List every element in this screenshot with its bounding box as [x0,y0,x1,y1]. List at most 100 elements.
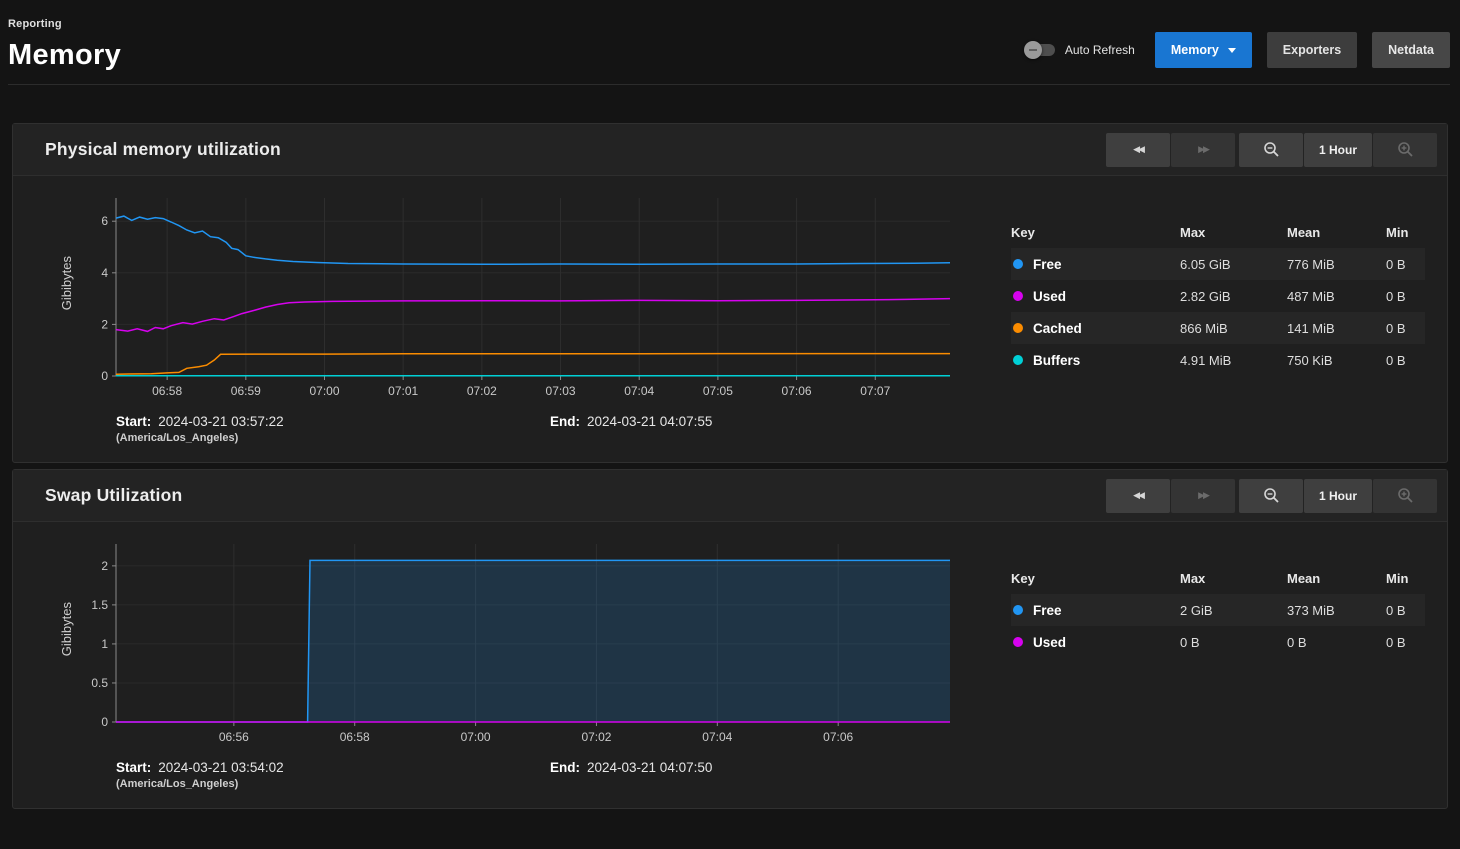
series-min: 0 B [1386,257,1425,272]
legend-header-min: Min [1386,225,1425,240]
series-color-dot [1013,637,1023,647]
svg-text:0: 0 [101,369,108,383]
legend-header-key: Key [1011,225,1180,240]
series-color-dot [1013,291,1023,301]
panel-title: Physical memory utilization [45,139,281,160]
legend-header-min: Min [1386,571,1425,586]
breadcrumb[interactable]: Reporting [8,18,62,30]
start-value: 2024-03-21 03:57:22 [158,414,283,429]
header-left: Reporting Memory [8,14,121,72]
end-block: End: 2024-03-21 04:07:50 [550,760,712,790]
legend-header-row: Key Max Mean Min [1011,216,1425,248]
chart-controls: ◀◀ ▶▶ 1 Hour [1106,479,1437,513]
auto-refresh-control: Auto Refresh [1024,41,1135,59]
start-value: 2024-03-21 03:54:02 [158,760,283,775]
svg-text:07:00: 07:00 [309,384,339,398]
physical-memory-chart[interactable]: 024606:5806:5907:0007:0107:0207:0307:040… [76,190,956,406]
series-name: Buffers [1033,353,1080,368]
svg-text:07:06: 07:06 [782,384,812,398]
svg-text:1.5: 1.5 [91,598,108,612]
time-nav-group: ◀◀ ▶▶ [1106,133,1235,167]
step-back-button[interactable]: ◀◀ [1106,479,1170,513]
series-min: 0 B [1386,603,1425,618]
chart-controls: ◀◀ ▶▶ 1 Hour [1106,133,1437,167]
legend-row-free: Free 6.05 GiB 776 MiB 0 B [1011,248,1425,280]
netdata-button[interactable]: Netdata [1372,32,1450,68]
svg-text:06:58: 06:58 [340,730,370,744]
series-min: 0 B [1386,635,1425,650]
memory-dropdown-button[interactable]: Memory [1155,32,1252,68]
end-value: 2024-03-21 04:07:50 [587,760,712,775]
series-max: 6.05 GiB [1180,257,1287,272]
swap-panel-body: Gibibytes 00.511.5206:5606:5807:0007:020… [13,522,1447,808]
svg-text:07:04: 07:04 [624,384,654,398]
series-mean: 776 MiB [1287,257,1386,272]
svg-text:07:00: 07:00 [461,730,491,744]
start-block: Start: 2024-03-21 03:54:02 (America/Los_A… [116,760,550,790]
chart-footer: Start:2024-03-21 03:57:22 (America/Los_A… [116,414,956,444]
step-forward-button[interactable]: ▶▶ [1171,479,1235,513]
series-color-dot [1013,605,1023,615]
series-name: Used [1033,289,1066,304]
zoom-in-button[interactable] [1373,133,1437,167]
swap-utilization-chart[interactable]: 00.511.5206:5606:5807:0007:0207:0407:06 [76,536,956,752]
step-back-button[interactable]: ◀◀ [1106,133,1170,167]
chevron-down-icon [1228,48,1236,53]
auto-refresh-toggle[interactable] [1024,41,1057,59]
start-label: Start: [116,760,151,775]
series-mean: 141 MiB [1287,321,1386,336]
end-label: End: [550,414,580,429]
zoom-out-button[interactable] [1239,133,1303,167]
svg-text:07:05: 07:05 [703,384,733,398]
svg-text:0: 0 [101,715,108,729]
legend-row-used: Used 2.82 GiB 487 MiB 0 B [1011,280,1425,312]
series-max: 2 GiB [1180,603,1287,618]
step-forward-button[interactable]: ▶▶ [1171,133,1235,167]
series-min: 0 B [1386,321,1425,336]
physical-memory-panel: Physical memory utilization ◀◀ ▶▶ 1 Hour [12,123,1448,463]
start-block: Start:2024-03-21 03:57:22 (America/Los_A… [116,414,550,444]
exporters-button[interactable]: Exporters [1267,32,1357,68]
svg-text:4: 4 [101,266,108,280]
series-min: 0 B [1386,353,1425,368]
series-mean: 0 B [1287,635,1386,650]
svg-text:2: 2 [101,317,108,331]
legend-header-mean: Mean [1287,225,1386,240]
chart-footer: Start: 2024-03-21 03:54:02 (America/Los_A… [116,760,956,790]
fast-forward-icon: ▶▶ [1198,490,1208,501]
zoom-range-label: 1 Hour [1304,479,1372,513]
legend-row-used: Used 0 B 0 B 0 B [1011,626,1425,658]
header-controls: Auto Refresh Memory Exporters Netdata [1024,32,1450,68]
legend-header-row: Key Max Mean Min [1011,562,1425,594]
zoom-out-button[interactable] [1239,479,1303,513]
legend-row-cached: Cached 866 MiB 141 MiB 0 B [1011,312,1425,344]
svg-text:07:02: 07:02 [581,730,611,744]
legend-header-key: Key [1011,571,1180,586]
zoom-range-label: 1 Hour [1304,133,1372,167]
timezone-label: (America/Los_Angeles) [116,778,550,790]
toggle-knob [1024,41,1042,59]
series-color-dot [1013,259,1023,269]
panels-container: Physical memory utilization ◀◀ ▶▶ 1 Hour [0,123,1460,809]
end-label: End: [550,760,580,775]
legend-row-buffers: Buffers 4.91 MiB 750 KiB 0 B [1011,344,1425,376]
zoom-in-button[interactable] [1373,479,1437,513]
legend-row-free: Free 2 GiB 373 MiB 0 B [1011,594,1425,626]
svg-text:2: 2 [101,559,108,573]
magnifier-plus-icon [1397,487,1414,504]
zoom-group: 1 Hour [1239,133,1437,167]
legend-table: Key Max Mean Min Free 6.05 GiB 776 MiB 0… [1011,190,1435,444]
svg-text:1: 1 [101,637,108,651]
end-block: End: 2024-03-21 04:07:55 [550,414,712,444]
series-min: 0 B [1386,289,1425,304]
magnifier-minus-icon [1263,487,1280,504]
panel-title: Swap Utilization [45,485,182,506]
rewind-icon: ◀◀ [1133,144,1143,155]
legend-table: Key Max Mean Min Free 2 GiB 373 MiB 0 B … [1011,536,1435,790]
series-name: Cached [1033,321,1082,336]
end-value: 2024-03-21 04:07:55 [587,414,712,429]
timezone-label: (America/Los_Angeles) [116,432,550,444]
legend-header-max: Max [1180,571,1287,586]
series-mean: 750 KiB [1287,353,1386,368]
rewind-icon: ◀◀ [1133,490,1143,501]
